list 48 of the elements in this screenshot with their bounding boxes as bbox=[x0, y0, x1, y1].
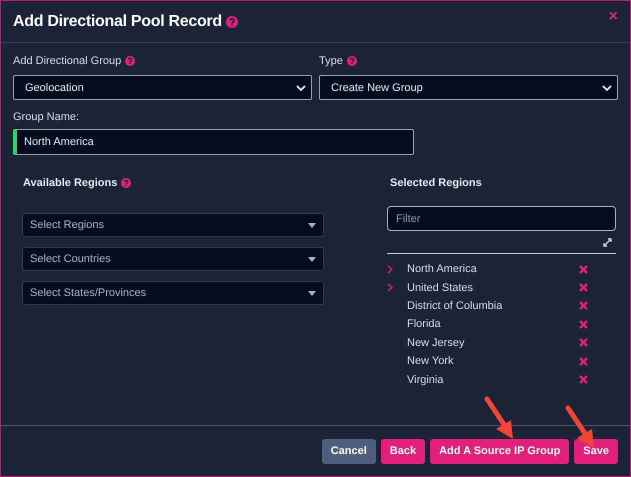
help-icon bbox=[226, 16, 238, 28]
close-icon bbox=[579, 301, 588, 310]
region-name: United States bbox=[407, 282, 474, 294]
caret-down-icon bbox=[308, 256, 316, 262]
close-icon bbox=[579, 338, 588, 348]
action-button[interactable]: Back bbox=[380, 438, 426, 464]
arrow-drawing bbox=[484, 396, 513, 439]
section-label: Selected Regions bbox=[389, 177, 483, 189]
expand-icon bbox=[603, 238, 612, 247]
dropdown[interactable]: Create New Group bbox=[319, 75, 618, 100]
action-button[interactable]: Save bbox=[574, 438, 618, 464]
field-label: Type bbox=[319, 55, 343, 67]
remove-button[interactable] bbox=[579, 375, 588, 384]
close-icon bbox=[579, 356, 588, 366]
region-name: North America bbox=[407, 263, 478, 276]
help-icon bbox=[121, 178, 132, 188]
close-icon bbox=[579, 320, 588, 329]
section-label: Available Regions bbox=[23, 177, 118, 189]
field-label: Group Name: bbox=[13, 111, 80, 123]
field-label: Add Directional Group bbox=[13, 55, 122, 67]
remove-button[interactable] bbox=[579, 264, 588, 274]
name-field[interactable]: North America bbox=[13, 129, 414, 155]
remove-button[interactable] bbox=[579, 283, 588, 292]
remove-button[interactable] bbox=[579, 356, 588, 366]
dropdown[interactable]: Select Countries bbox=[22, 247, 324, 271]
help-icon bbox=[125, 56, 136, 66]
dialog-title: Add Directional Pool Record bbox=[13, 12, 222, 30]
help-icon bbox=[346, 56, 357, 66]
region-name: New Jersey bbox=[407, 336, 466, 349]
region-name: Florida bbox=[407, 318, 442, 330]
close-icon bbox=[579, 375, 588, 384]
remove-button[interactable] bbox=[579, 338, 588, 348]
region-name: Virginia bbox=[407, 374, 444, 386]
dropdown[interactable]: Select States/Provinces bbox=[22, 281, 324, 305]
caret-down-icon bbox=[308, 290, 316, 296]
dropdown[interactable]: Geolocation bbox=[13, 75, 312, 100]
filter-field[interactable]: Filter bbox=[387, 206, 616, 231]
cancel-button[interactable]: Cancel bbox=[322, 438, 376, 464]
region-name: New York bbox=[407, 355, 454, 368]
caret-down-icon bbox=[308, 222, 316, 228]
close-icon bbox=[579, 264, 588, 274]
dropdown[interactable]: Select Regions bbox=[22, 213, 324, 237]
remove-button[interactable] bbox=[579, 320, 588, 329]
region-name: District of Columbia bbox=[407, 300, 504, 312]
arrow-drawing bbox=[566, 406, 594, 448]
remove-button[interactable] bbox=[579, 301, 588, 310]
action-button[interactable]: Add A Source IP Group bbox=[430, 438, 570, 464]
close-icon bbox=[579, 283, 588, 292]
